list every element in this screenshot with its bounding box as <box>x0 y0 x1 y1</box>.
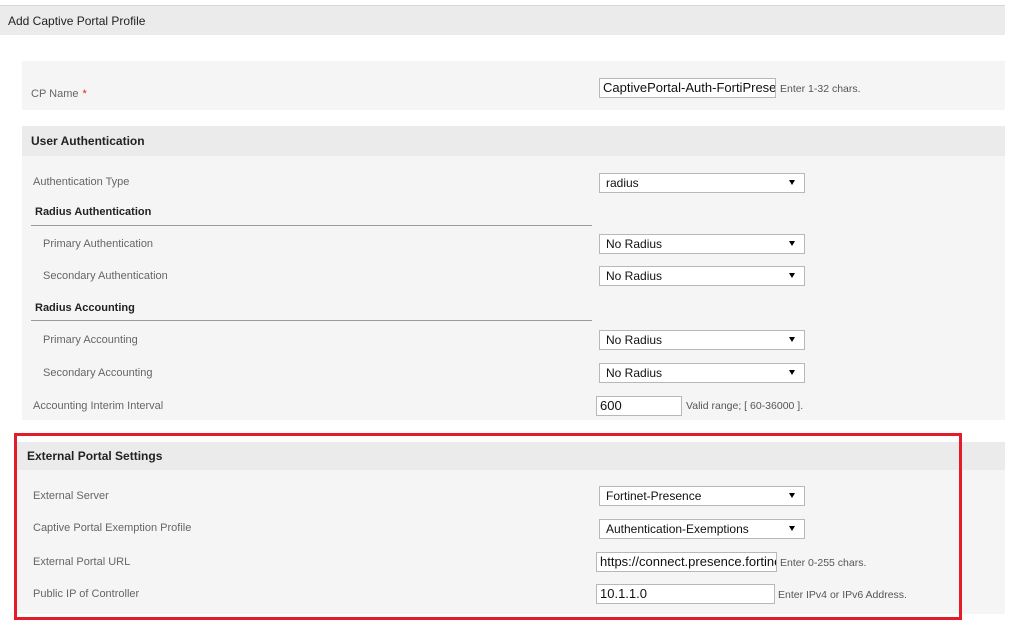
secondary-auth-select[interactable]: No Radius <box>599 266 805 286</box>
secondary-acct-label: Secondary Accounting <box>43 367 153 379</box>
primary-acct-label: Primary Accounting <box>43 334 138 346</box>
required-mark: * <box>82 88 87 100</box>
auth-type-select[interactable]: radius <box>599 173 805 193</box>
chevron-down-icon <box>789 337 795 342</box>
secondary-acct-select[interactable]: No Radius <box>599 363 805 383</box>
chevron-down-icon <box>789 180 795 185</box>
interim-hint: Valid range; [ 60-36000 ]. <box>686 400 804 412</box>
radius-auth-divider <box>31 225 592 226</box>
radius-acct-divider <box>31 320 592 321</box>
radius-auth-title: Radius Authentication <box>35 206 152 218</box>
cp-name-label: CP Name * <box>31 88 87 100</box>
auth-type-value: radius <box>606 176 639 190</box>
primary-auth-value: No Radius <box>606 237 663 251</box>
user-auth-header: User Authentication <box>22 126 1005 156</box>
chevron-down-icon <box>789 273 795 278</box>
user-auth-panel <box>22 126 1005 420</box>
chevron-down-icon <box>789 370 795 375</box>
interim-input[interactable]: 600 <box>596 396 682 416</box>
interim-label: Accounting Interim Interval <box>33 400 164 412</box>
auth-type-label: Authentication Type <box>33 176 130 188</box>
secondary-auth-value: No Radius <box>606 269 663 283</box>
chevron-down-icon <box>789 241 795 246</box>
primary-auth-select[interactable]: No Radius <box>599 234 805 254</box>
primary-acct-select[interactable]: No Radius <box>599 330 805 350</box>
primary-acct-value: No Radius <box>606 333 663 347</box>
page-title: Add Captive Portal Profile <box>0 5 1005 35</box>
cp-name-input[interactable]: CaptivePortal-Auth-FortiPresence <box>599 78 776 98</box>
cp-name-label-text: CP Name <box>31 88 79 100</box>
primary-auth-label: Primary Authentication <box>43 238 154 250</box>
cp-name-hint: Enter 1-32 chars. <box>780 83 861 95</box>
radius-acct-title: Radius Accounting <box>35 302 135 314</box>
secondary-acct-value: No Radius <box>606 366 663 380</box>
secondary-auth-label: Secondary Authentication <box>43 270 168 282</box>
highlight-box <box>14 433 962 620</box>
